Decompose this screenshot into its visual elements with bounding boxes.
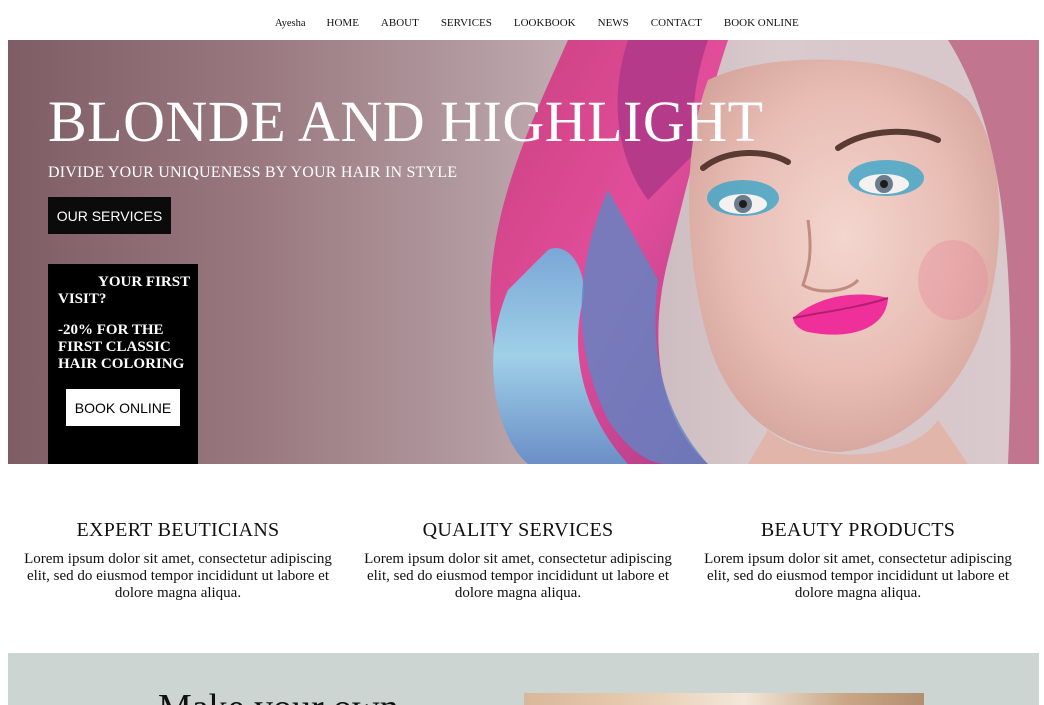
feature-text: Lorem ipsum dolor sit amet, consectetur … [704, 551, 1012, 601]
our-services-button[interactable]: OUR SERVICES [48, 197, 171, 234]
hero-subtitle: DIVIDE YOUR UNIQUENESS BY YOUR HAIR IN S… [48, 164, 458, 181]
nav-item-book-online[interactable]: BOOK ONLINE [724, 17, 799, 29]
bottom-section: Make your own [8, 653, 1039, 705]
top-navigation: Ayesha HOME ABOUT SERVICES LOOKBOOK NEWS… [0, 0, 1044, 40]
salon-photo [524, 693, 924, 705]
feature-title: QUALITY SERVICES [422, 519, 614, 541]
feature-title: BEAUTY PRODUCTS [760, 519, 956, 541]
nav-item-services[interactable]: SERVICES [441, 17, 492, 29]
feature-column: EXPERT BEUTICIANS Lorem ipsum dolor sit … [8, 519, 348, 602]
nav-item-about[interactable]: ABOUT [381, 17, 419, 29]
section-heading: Make your own [158, 686, 399, 705]
feature-title: EXPERT BEUTICIANS [76, 519, 280, 541]
promo-question: YOUR FIRST VISIT? [58, 274, 190, 307]
hero-banner: BLONDE AND HIGHLIGHT DIVIDE YOUR UNIQUEN… [8, 40, 1039, 464]
nav-item-lookbook[interactable]: LOOKBOOK [514, 17, 576, 29]
nav-item-news[interactable]: NEWS [598, 17, 629, 29]
brand-logo-link[interactable]: Ayesha [275, 18, 306, 29]
feature-column: QUALITY SERVICES Lorem ipsum dolor sit a… [348, 519, 688, 602]
feature-text: Lorem ipsum dolor sit amet, consectetur … [364, 551, 672, 601]
hero-title: BLONDE AND HIGHLIGHT [48, 89, 764, 154]
nav-item-home[interactable]: HOME [327, 17, 359, 29]
nav-menu: Ayesha HOME ABOUT SERVICES LOOKBOOK NEWS… [275, 17, 821, 29]
promo-offer: -20% FOR THE FIRST CLASSIC HAIR COLORING [58, 322, 185, 372]
promo-box: YOUR FIRST VISIT? -20% FOR THE FIRST CLA… [48, 264, 198, 464]
feature-column: BEAUTY PRODUCTS Lorem ipsum dolor sit am… [688, 519, 1028, 602]
nav-item-contact[interactable]: CONTACT [651, 17, 702, 29]
feature-text: Lorem ipsum dolor sit amet, consectetur … [24, 551, 332, 601]
book-online-button[interactable]: BOOK ONLINE [66, 389, 180, 426]
